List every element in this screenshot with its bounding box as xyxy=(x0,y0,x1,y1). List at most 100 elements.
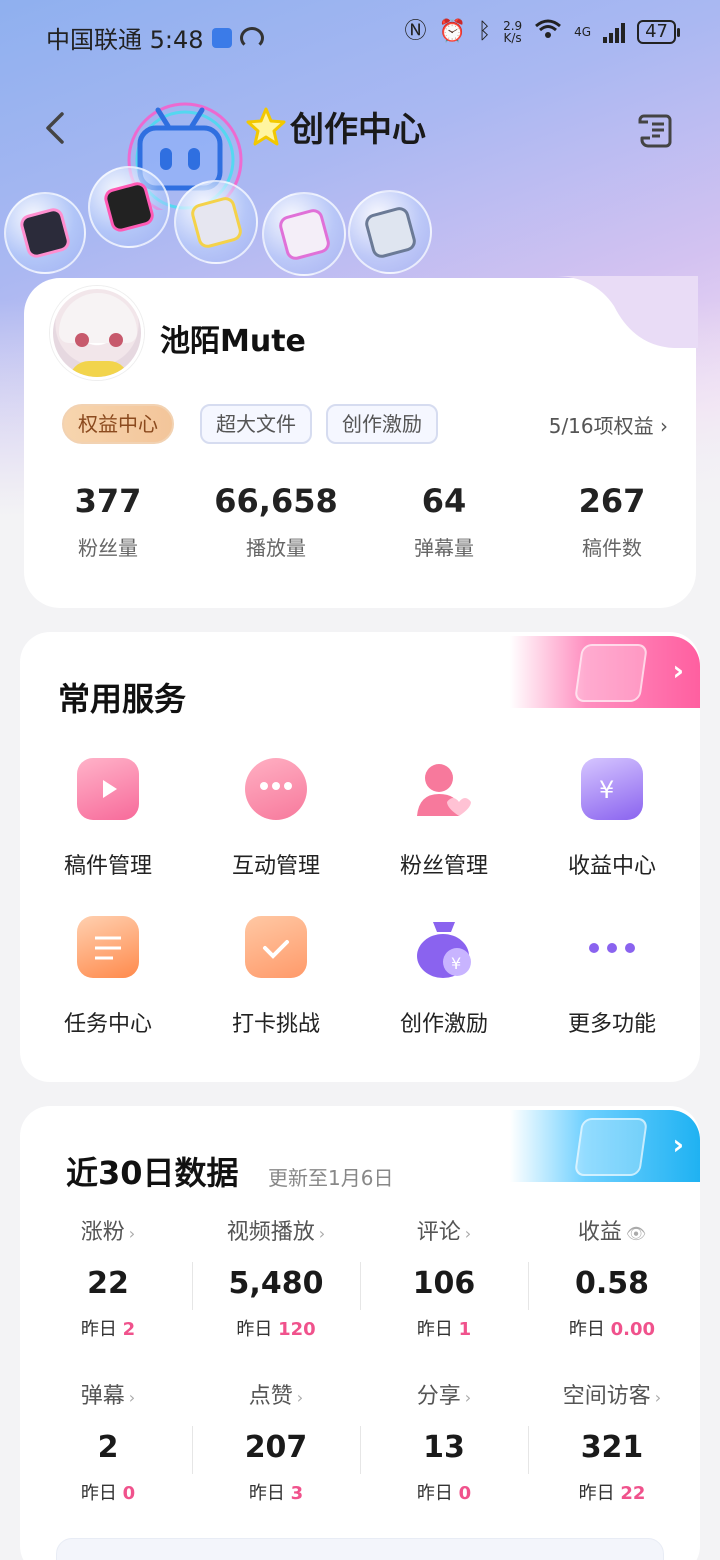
metric-value: 22 xyxy=(87,1266,129,1301)
metric-danmaku[interactable]: 弹幕 › 2 昨日 0 xyxy=(24,1378,192,1505)
metric-value: 13 xyxy=(423,1430,465,1465)
username[interactable]: 池陌Mute xyxy=(160,316,306,360)
service-checkin[interactable]: 打卡挑战 xyxy=(192,916,360,1038)
yesterday-value: 1 xyxy=(458,1319,472,1340)
service-fans[interactable]: 粉丝管理 xyxy=(360,758,528,880)
yesterday-value: 0 xyxy=(122,1483,136,1504)
metric-key: 分享 xyxy=(416,1384,461,1409)
fan-heart-icon xyxy=(413,758,475,820)
grid-apps-icon xyxy=(573,644,649,702)
metric-value: 5,480 xyxy=(228,1266,324,1301)
service-manuscript[interactable]: 稿件管理 xyxy=(24,758,192,880)
battery-indicator: 47 xyxy=(637,19,680,44)
service-incentive[interactable]: ¥ 创作激励 xyxy=(360,916,528,1038)
metric-plays[interactable]: 视频播放 › 5,480 昨日 120 xyxy=(192,1214,360,1341)
stat-value: 64 xyxy=(421,482,467,520)
service-label: 更多功能 xyxy=(567,1012,656,1037)
large-file-tag[interactable]: 超大文件 xyxy=(200,404,312,444)
yesterday-label: 昨日 xyxy=(248,1483,285,1504)
yesterday-value: 2 xyxy=(122,1319,136,1340)
service-label: 任务中心 xyxy=(63,1012,152,1037)
stat-value: 66,658 xyxy=(214,482,338,520)
wifi-icon xyxy=(534,18,562,45)
nfc-icon: Ⓝ xyxy=(404,18,427,44)
chevron-right-icon: › xyxy=(464,1388,472,1407)
chevron-right-icon: › xyxy=(464,1224,472,1243)
rights-summary-link[interactable]: 5/16项权益 › xyxy=(549,410,668,439)
yesterday-label: 昨日 xyxy=(80,1319,117,1340)
service-label: 打卡挑战 xyxy=(231,1012,320,1037)
alarm-icon: ⏰ xyxy=(438,18,466,44)
service-revenue[interactable]: ¥ 收益中心 xyxy=(528,758,696,880)
chevron-right-icon: › xyxy=(296,1388,304,1407)
services-card: 常用服务 › 稿件管理 互动管理 粉丝管理 ¥ 收益中心 任务中心 打卡挑战 ¥… xyxy=(20,632,700,1082)
metric-key: 评论 xyxy=(416,1220,461,1245)
service-interaction[interactable]: 互动管理 xyxy=(192,758,360,880)
metric-value: 321 xyxy=(580,1430,644,1465)
rights-center-tag[interactable]: 权益中心 xyxy=(62,404,174,444)
card-notch-shape xyxy=(554,276,698,348)
metric-key: 点赞 xyxy=(248,1384,293,1409)
stat-works[interactable]: 267 稿件数 xyxy=(528,482,696,561)
metric-revenue[interactable]: 收益 👁 0.58 昨日 0.00 xyxy=(528,1214,696,1341)
speed-gauge-icon xyxy=(239,26,264,49)
badge-bubble-5 xyxy=(348,190,432,274)
service-label: 粉丝管理 xyxy=(399,854,488,879)
service-label: 稿件管理 xyxy=(63,854,152,879)
chevron-right-icon: › xyxy=(318,1224,326,1243)
chevron-right-icon: › xyxy=(654,1388,662,1407)
service-tasks[interactable]: 任务中心 xyxy=(24,916,192,1038)
stat-danmaku[interactable]: 64 弹幕量 xyxy=(360,482,528,561)
yesterday-value: 0 xyxy=(458,1483,472,1504)
stat-fans[interactable]: 377 粉丝量 xyxy=(24,482,192,561)
signal-icon xyxy=(603,21,626,43)
carrier-time: 中国联通 5:48 xyxy=(46,26,204,54)
creation-incentive-tag[interactable]: 创作激励 xyxy=(326,404,438,444)
metric-value: 106 xyxy=(412,1266,476,1301)
yesterday-label: 昨日 xyxy=(236,1319,273,1340)
yen-card-icon: ¥ xyxy=(581,758,643,820)
page-title: 创作中心 xyxy=(290,110,426,150)
yesterday-label: 昨日 xyxy=(416,1319,453,1340)
metric-shares[interactable]: 分享 › 13 昨日 0 xyxy=(360,1378,528,1505)
metric-key: 弹幕 xyxy=(80,1384,125,1409)
svg-text:¥: ¥ xyxy=(599,776,614,804)
yesterday-value: 3 xyxy=(290,1483,304,1504)
yesterday-label: 昨日 xyxy=(568,1319,605,1340)
clipboard-icon xyxy=(77,916,139,978)
avatar-eye-right xyxy=(109,333,123,347)
metrics-detail-button[interactable]: › xyxy=(510,1110,700,1182)
avatar[interactable] xyxy=(50,286,144,380)
eye-icon[interactable]: 👁 xyxy=(626,1224,646,1243)
checkin-box-icon xyxy=(245,916,307,978)
service-label: 互动管理 xyxy=(231,854,320,879)
strategy-map-icon xyxy=(573,1118,649,1176)
stat-plays[interactable]: 66,658 播放量 xyxy=(192,482,360,561)
badge-bubble-4 xyxy=(262,192,346,276)
metric-fans[interactable]: 涨粉 › 22 昨日 2 xyxy=(24,1214,192,1341)
badge-bubble-1 xyxy=(4,192,86,274)
metrics-card: 近30日数据 更新至1月6日 › 涨粉 › 22 昨日 2 视频播放 › 5,480… xyxy=(20,1106,700,1560)
yesterday-value: 0.00 xyxy=(610,1319,656,1340)
badge-bubble-2 xyxy=(88,166,170,248)
stat-label: 弹幕量 xyxy=(414,536,474,560)
stat-value: 267 xyxy=(578,482,646,520)
status-left: 中国联通 5:48 xyxy=(46,20,264,55)
service-more[interactable]: 更多功能 xyxy=(528,916,696,1038)
chevron-right-icon: › xyxy=(672,654,684,687)
yesterday-label: 昨日 xyxy=(416,1483,453,1504)
report-button[interactable] xyxy=(636,108,678,150)
services-all-button[interactable]: › xyxy=(510,636,700,708)
status-right: Ⓝ ⏰ ᛒ 2.9 K/s 4G 47 xyxy=(404,18,680,45)
stat-label: 稿件数 xyxy=(582,536,642,560)
metric-value: 2 xyxy=(97,1430,119,1465)
metric-value: 207 xyxy=(244,1430,308,1465)
metric-visitors[interactable]: 空间访客 › 321 昨日 22 xyxy=(528,1378,696,1505)
stat-label: 播放量 xyxy=(246,536,306,560)
metric-comments[interactable]: 评论 › 106 昨日 1 xyxy=(360,1214,528,1341)
badge-bubble-3 xyxy=(174,180,258,264)
bluetooth-icon: ᛒ xyxy=(477,18,492,44)
metrics-bottom-panel[interactable] xyxy=(56,1538,664,1560)
metric-likes[interactable]: 点赞 › 207 昨日 3 xyxy=(192,1378,360,1505)
yesterday-label: 昨日 xyxy=(80,1483,117,1504)
